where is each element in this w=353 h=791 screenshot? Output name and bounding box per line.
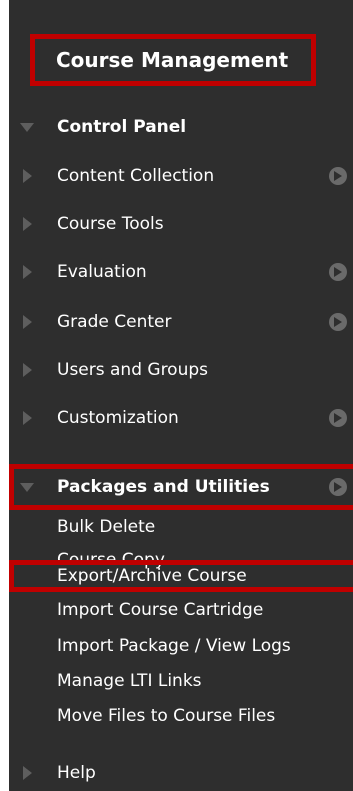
triangle-right-icon[interactable]: [23, 411, 32, 425]
link-import-course-cartridge[interactable]: Import Course Cartridge: [57, 596, 263, 625]
control-panel-header[interactable]: Control Panel: [0, 109, 353, 145]
menu-item-label: Users and Groups: [57, 360, 209, 380]
triangle-right-icon[interactable]: [23, 363, 32, 377]
link-import-package-view-logs[interactable]: Import Package / View Logs: [57, 632, 291, 661]
triangle-right-icon[interactable]: [23, 169, 32, 183]
menu-item-help[interactable]: Help: [0, 755, 353, 791]
menu-item-label: Grade Center: [57, 312, 172, 332]
menu-item-label: Customization: [57, 408, 179, 428]
menu-item-course-tools[interactable]: Course Tools: [0, 206, 353, 242]
link-manage-lti-links[interactable]: Manage LTI Links: [57, 667, 202, 696]
course-management-label: Course Management: [56, 48, 289, 72]
menu-item-label: Content Collection: [57, 166, 215, 186]
arrow-circle-icon[interactable]: [329, 167, 347, 185]
course-management-title[interactable]: Course Management: [30, 34, 316, 86]
triangle-right-icon[interactable]: [23, 315, 32, 329]
arrow-circle-icon[interactable]: [329, 409, 347, 427]
triangle-right-icon[interactable]: [23, 217, 32, 231]
triangle-down-icon[interactable]: [20, 123, 34, 132]
triangle-right-icon[interactable]: [23, 265, 32, 279]
control-panel-label: Control Panel: [57, 117, 187, 137]
packages-highlight-box: [9, 464, 353, 510]
arrow-circle-icon[interactable]: [329, 263, 347, 281]
menu-item-users-and-groups[interactable]: Users and Groups: [0, 352, 353, 388]
menu-item-label: Course Tools: [57, 214, 164, 234]
menu-item-label: Help: [57, 763, 96, 783]
menu-item-customization[interactable]: Customization: [0, 400, 353, 436]
course-management-panel: Course Management Control Panel Content …: [0, 0, 353, 791]
link-bulk-delete[interactable]: Bulk Delete: [57, 513, 155, 542]
link-move-files-to-course-files[interactable]: Move Files to Course Files: [57, 702, 275, 731]
export-highlight-box: [9, 560, 353, 592]
menu-item-label: Evaluation: [57, 262, 147, 282]
menu-item-evaluation[interactable]: Evaluation: [0, 254, 353, 290]
triangle-right-icon[interactable]: [23, 766, 32, 780]
menu-item-grade-center[interactable]: Grade Center: [0, 304, 353, 340]
arrow-circle-icon[interactable]: [329, 313, 347, 331]
menu-item-content-collection[interactable]: Content Collection: [0, 158, 353, 194]
